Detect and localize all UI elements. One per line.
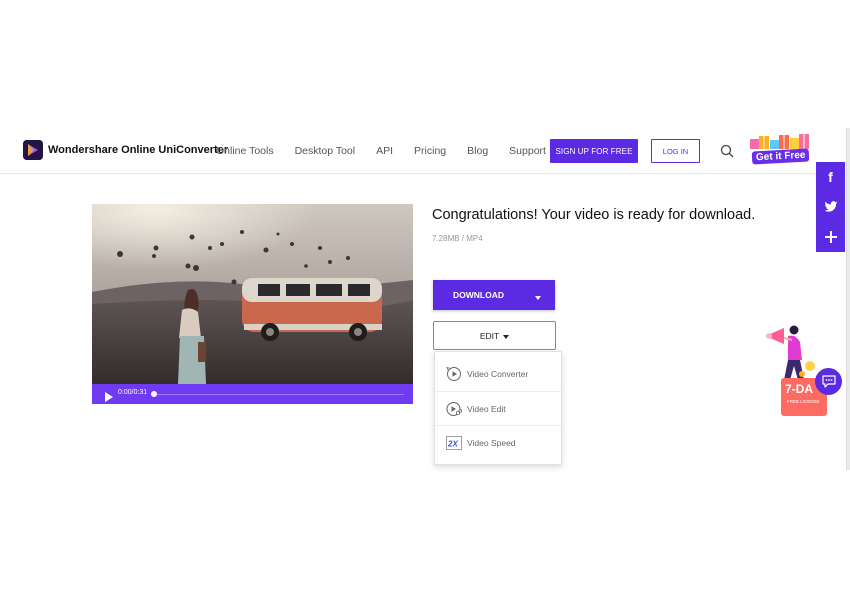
nav-online-tools[interactable]: Online Tools bbox=[216, 145, 274, 157]
site-header: Wondershare Online UniConverter Online T… bbox=[0, 129, 846, 174]
page-scrollbar[interactable] bbox=[846, 128, 850, 470]
promo-subtitle: FREE LICENSE bbox=[787, 399, 820, 404]
search-icon[interactable] bbox=[720, 144, 734, 158]
promo-title: 7-DA bbox=[785, 382, 814, 396]
caret-down-icon bbox=[503, 331, 510, 341]
video-frame-image bbox=[92, 204, 413, 384]
menu-item-video-converter[interactable]: Video Converter bbox=[435, 357, 561, 391]
play-icon[interactable] bbox=[104, 389, 114, 402]
file-meta: 7.28MB / MP4 bbox=[432, 234, 483, 243]
chat-icon[interactable] bbox=[815, 368, 842, 395]
nav-api[interactable]: API bbox=[376, 145, 393, 157]
login-button[interactable]: LOG IN bbox=[651, 139, 700, 163]
get-it-free-label: Get it Free bbox=[751, 148, 810, 165]
brand-name: Wondershare Online UniConverter bbox=[48, 144, 229, 156]
uniconverter-logo-icon bbox=[23, 140, 43, 160]
video-speed-icon: 2X bbox=[446, 435, 462, 451]
edit-button[interactable]: EDIT bbox=[433, 321, 556, 350]
video-converter-icon bbox=[446, 366, 462, 382]
main-nav: Online Tools Desktop Tool API Pricing Bl… bbox=[216, 145, 567, 157]
menu-item-video-speed[interactable]: 2X Video Speed bbox=[435, 425, 561, 460]
menu-label-video-edit: Video Edit bbox=[467, 404, 506, 414]
video-edit-icon bbox=[446, 401, 462, 417]
facebook-glyph: f bbox=[828, 169, 833, 185]
video-player[interactable]: 0:00/0:31 bbox=[92, 204, 413, 404]
menu-item-video-edit[interactable]: Video Edit bbox=[435, 391, 561, 426]
download-button[interactable]: DOWNLOAD bbox=[433, 280, 555, 310]
video-time: 0:00/0:31 bbox=[118, 389, 148, 396]
facebook-icon[interactable]: f bbox=[816, 162, 845, 192]
brand-logo[interactable]: Wondershare Online UniConverter bbox=[23, 140, 228, 160]
nav-pricing[interactable]: Pricing bbox=[414, 145, 446, 157]
menu-label-video-converter: Video Converter bbox=[467, 369, 529, 379]
plus-icon[interactable] bbox=[816, 222, 845, 252]
edit-label: EDIT bbox=[479, 330, 500, 341]
nav-support[interactable]: Support bbox=[509, 145, 546, 157]
twitter-icon[interactable] bbox=[816, 192, 845, 222]
download-label: DOWNLOAD bbox=[453, 290, 504, 300]
nav-desktop-tool[interactable]: Desktop Tool bbox=[295, 145, 356, 157]
video-progress-bar[interactable] bbox=[154, 394, 404, 395]
edit-dropdown-menu: Video Converter Video Edit 2X Video Spee… bbox=[434, 351, 562, 465]
chevron-down-icon[interactable] bbox=[535, 292, 541, 302]
result-title: Congratulations! Your video is ready for… bbox=[432, 207, 756, 223]
video-speed-badge: 2X bbox=[447, 440, 458, 449]
get-it-free-promo[interactable]: Get it Free bbox=[748, 131, 812, 165]
nav-blog[interactable]: Blog bbox=[467, 145, 488, 157]
social-share-bar: f bbox=[816, 162, 845, 252]
signup-button[interactable]: SIGN UP FOR FREE bbox=[550, 139, 638, 163]
menu-label-video-speed: Video Speed bbox=[467, 438, 516, 448]
video-controls: 0:00/0:31 bbox=[92, 384, 413, 404]
video-progress-handle[interactable] bbox=[151, 391, 157, 397]
